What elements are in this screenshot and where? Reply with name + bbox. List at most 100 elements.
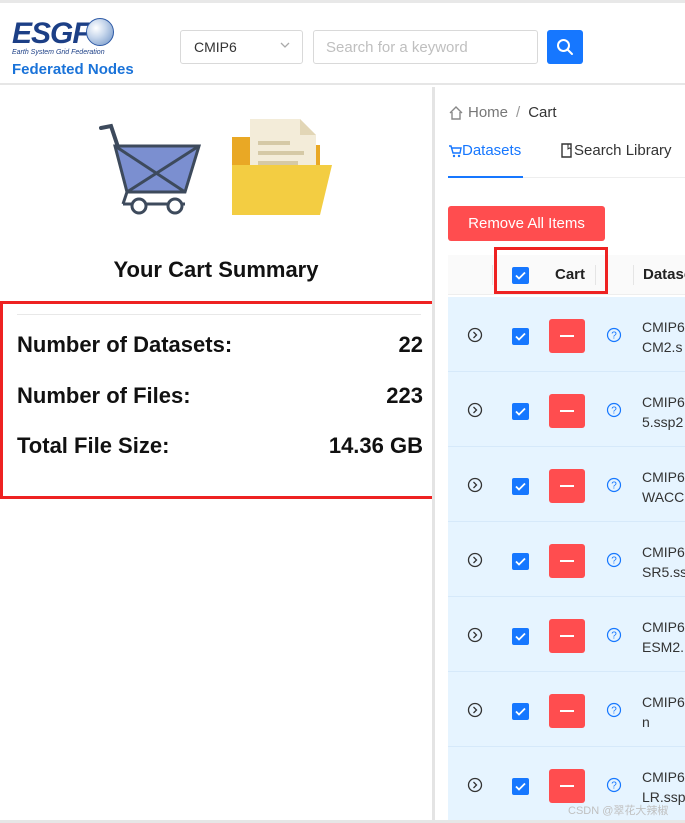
check-icon [515,407,526,416]
search-button[interactable] [547,30,583,64]
expand-row-icon[interactable] [467,327,483,343]
stat-label: Total File Size: [17,433,170,458]
tab-search-library[interactable]: Search Library [560,142,672,159]
tab-datasets[interactable]: Datasets [448,142,521,159]
stat-value: 22 [398,332,423,357]
dataset-name-line2: ESM2. [642,639,685,655]
expand-row-icon[interactable] [467,402,483,418]
stat-files: Number of Files: 223 [17,383,423,413]
dataset-name-line1: CMIP6 [642,619,685,635]
dataset-name[interactable]: CMIP6 n [642,692,685,732]
table-row[interactable]: ? CMIP6 ESM2. [448,597,685,672]
column-header-dataset[interactable]: Datase [643,266,685,283]
stat-value: 223 [386,383,423,408]
row-checkbox[interactable] [512,553,529,570]
document-folder-icon [232,119,332,215]
book-icon [561,143,572,158]
svg-text:?: ? [611,331,617,342]
question-circle-icon[interactable]: ? [606,702,622,718]
check-icon [515,557,526,566]
row-checkbox[interactable] [512,478,529,495]
table-row[interactable]: ? CMIP6 n [448,672,685,747]
remove-dataset-button[interactable] [549,544,585,578]
row-checkbox[interactable] [512,403,529,420]
watermark: CSDN @翠花大辣椒 [568,805,669,817]
question-circle-icon[interactable]: ? [606,477,622,493]
remove-dataset-button[interactable] [549,619,585,653]
check-icon [515,482,526,491]
check-icon [515,332,526,341]
tab-label: Search Library [574,142,672,159]
row-checkbox[interactable] [512,778,529,795]
dataset-name-line1: CMIP6 [642,769,685,785]
esgf-logo[interactable]: ESGF Earth System Grid Federation Federa… [10,15,150,81]
question-circle-icon[interactable]: ? [606,402,622,418]
remove-all-items-button[interactable]: Remove All Items [448,206,605,241]
svg-text:?: ? [611,631,617,642]
cart-header-highlight-box [494,247,608,294]
remove-dataset-button[interactable] [549,769,585,803]
row-checkbox[interactable] [512,328,529,345]
logo-federated-nodes: Federated Nodes [12,61,134,78]
table-row[interactable]: ? CMIP6 WACC [448,447,685,522]
svg-text:?: ? [611,481,617,492]
question-circle-icon[interactable]: ? [606,777,622,793]
dataset-name-line2: CM2.s [642,339,683,355]
expand-row-icon[interactable] [467,702,483,718]
dataset-name[interactable]: CMIP6 5.ssp2 [642,392,685,432]
dataset-name-line1: CMIP6 [642,694,685,710]
search-input[interactable] [313,30,538,64]
svg-text:?: ? [611,556,617,567]
dataset-name[interactable]: CMIP6 WACC [642,467,685,507]
project-select-value: CMIP6 [194,39,237,55]
row-checkbox[interactable] [512,628,529,645]
stat-size: Total File Size: 14.36 GB [17,433,423,463]
dataset-name-line1: CMIP6 [642,544,685,560]
table-row[interactable]: ? CMIP6 SR5.ss [448,522,685,597]
question-circle-icon[interactable]: ? [606,627,622,643]
check-icon [515,632,526,641]
table-row[interactable]: ? CMIP6 CM2.s [448,297,685,372]
dataset-name-line1: CMIP6 [642,394,685,410]
dataset-name[interactable]: CMIP6 SR5.ss [642,542,685,582]
logo-text: ESGF [12,17,91,50]
svg-text:?: ? [611,706,617,717]
stat-datasets: Number of Datasets: 22 [17,332,423,362]
dataset-name-line2: SR5.ss [642,564,685,580]
table-row[interactable]: ? CMIP6 5.ssp2 [448,372,685,447]
check-icon [515,782,526,791]
project-select[interactable]: CMIP6 [180,30,303,64]
cart-summary-title: Your Cart Summary [113,257,319,282]
remove-dataset-button[interactable] [549,694,585,728]
row-checkbox[interactable] [512,703,529,720]
globe-icon [86,18,114,46]
remove-dataset-button[interactable] [549,469,585,503]
breadcrumb-current: Cart [528,104,557,121]
stat-label: Number of Files: [17,383,191,408]
search-icon [557,39,573,55]
question-circle-icon[interactable]: ? [606,327,622,343]
dataset-name[interactable]: CMIP6 LR.ssp [642,767,685,807]
dataset-name-line1: CMIP6 [642,469,685,485]
expand-row-icon[interactable] [467,777,483,793]
cart-icon [449,144,462,157]
home-icon [449,105,463,120]
svg-text:?: ? [611,406,617,417]
remove-dataset-button[interactable] [549,319,585,353]
expand-row-icon[interactable] [467,552,483,568]
breadcrumb-separator: / [516,104,521,121]
cart-datasets-panel: Home / Cart Datasets Search Library Remo… [435,87,685,823]
cart-summary-panel: Your Cart Summary Number of Datasets: 22… [0,87,442,823]
breadcrumb-home[interactable]: Home [468,104,508,121]
dataset-name-line1: CMIP6 [642,319,685,335]
dataset-name[interactable]: CMIP6 ESM2. [642,617,685,657]
question-circle-icon[interactable]: ? [606,552,622,568]
expand-row-icon[interactable] [467,627,483,643]
remove-dataset-button[interactable] [549,394,585,428]
breadcrumb: Home / Cart [448,104,557,121]
app-header: ESGF Earth System Grid Federation Federa… [0,0,685,85]
expand-row-icon[interactable] [467,477,483,493]
dataset-name[interactable]: CMIP6 CM2.s [642,317,685,357]
summary-divider [17,314,421,315]
check-icon [515,707,526,716]
